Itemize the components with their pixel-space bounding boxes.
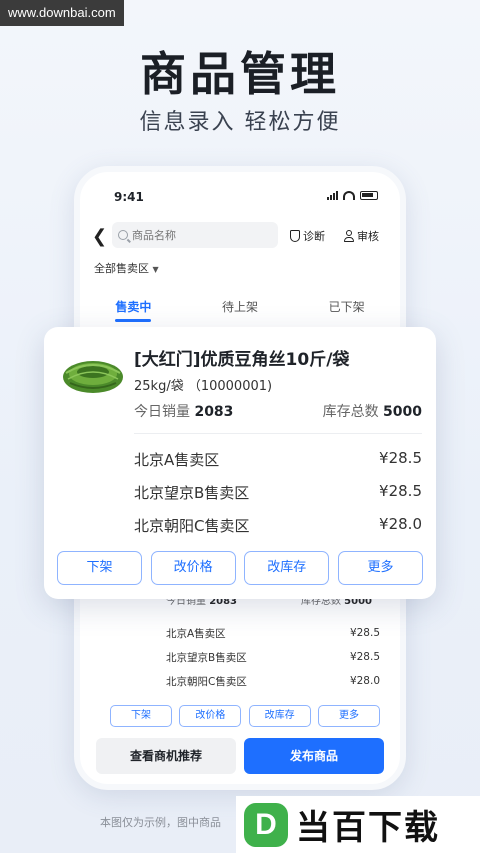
status-icons <box>327 190 378 200</box>
region-name: 北京望京B售卖区 <box>166 651 247 664</box>
region-price: ¥28.5 <box>349 627 380 639</box>
sales-stat: 今日销量 2083 <box>134 401 233 421</box>
brand-name: 当百下载 <box>296 808 440 848</box>
divider <box>134 433 422 434</box>
diagnose-button[interactable]: 诊断 <box>290 228 325 244</box>
stock-stat: 库存总数 5000 <box>323 401 422 421</box>
sales-label: 今日销量 <box>134 404 190 420</box>
search-input[interactable] <box>132 228 262 242</box>
status-bar: 9:41 <box>80 172 400 212</box>
status-time: 9:41 <box>114 190 144 204</box>
region-price: ¥28.5 <box>379 482 422 500</box>
product-card-actions: 下架 改价格 改库存 更多 <box>57 551 423 585</box>
change-price-button[interactable]: 改价格 <box>150 551 236 585</box>
publish-product-button[interactable]: 发布商品 <box>244 738 384 774</box>
more-button[interactable]: 更多 <box>337 551 423 585</box>
battery-icon <box>360 190 378 200</box>
change-stock-button[interactable]: 改库存 <box>244 551 330 585</box>
product-spec: 25kg/袋 （10000001) <box>134 379 273 394</box>
region-price: ¥28.0 <box>349 675 380 687</box>
sales-value: 2083 <box>194 404 234 420</box>
region-price: ¥28.0 <box>379 515 422 533</box>
search-icon <box>118 230 128 240</box>
region-name: 北京A售卖区 <box>134 451 220 469</box>
list-item: 北京朝阳C售卖区 ¥28.0 <box>134 515 422 535</box>
review-button[interactable]: 审核 <box>344 228 379 244</box>
tab-removed[interactable]: 已下架 <box>293 292 400 324</box>
product-card: [大红门]优质豆角丝10斤/袋 25kg/袋 （10000001) 今日销量 2… <box>44 327 436 599</box>
area-filter-label: 全部售卖区 <box>94 262 149 275</box>
region-price: ¥28.5 <box>349 651 380 663</box>
region-name: 北京朝阳C售卖区 <box>166 675 247 688</box>
user-icon <box>344 230 354 242</box>
delist-button[interactable]: 下架 <box>110 705 172 727</box>
change-stock-button[interactable]: 改库存 <box>248 705 311 727</box>
more-button[interactable]: 更多 <box>317 705 380 727</box>
stock-label: 库存总数 <box>322 404 379 420</box>
small-region-list: 北京A售卖区 ¥28.5 北京望京B售卖区 ¥28.5 北京朝阳C售卖区 ¥28.0 <box>100 621 392 693</box>
list-item: 北京A售卖区 ¥28.5 <box>100 621 392 645</box>
region-name: 北京A售卖区 <box>166 627 226 640</box>
list-item: 北京望京B售卖区 ¥28.5 <box>134 482 422 502</box>
stock-value: 5000 <box>383 404 422 420</box>
small-card-actions: 下架 改价格 改库存 更多 <box>100 705 392 727</box>
view-recommendations-button[interactable]: 查看商机推荐 <box>96 738 236 774</box>
hero-title: 商品管理 <box>140 47 340 101</box>
wifi-icon <box>343 190 355 200</box>
status-tabs: 售卖中 待上架 已下架 <box>80 292 400 324</box>
region-name: 北京望京B售卖区 <box>134 484 250 502</box>
back-chevron-icon[interactable]: ❮ <box>92 226 107 247</box>
tab-pending[interactable]: 待上架 <box>187 292 294 324</box>
search-box[interactable] <box>112 222 278 248</box>
brand-logo: D 当百下载 <box>236 796 480 853</box>
bottom-action-bar: 查看商机推荐 发布商品 <box>80 738 400 782</box>
hero-subtitle: 信息录入 轻松方便 <box>139 110 341 135</box>
change-price-button[interactable]: 改价格 <box>179 705 242 727</box>
region-price: ¥28.5 <box>379 449 422 467</box>
product-title: [大红门]优质豆角丝10斤/袋 <box>134 350 350 370</box>
search-row: ❮ 诊断 审核 <box>80 218 400 254</box>
product-card-background: 今日销量 2083 库存总数 5000 北京A售卖区 ¥28.5 北京望京B售卖区… <box>100 592 392 727</box>
review-label: 审核 <box>357 230 379 243</box>
list-item: 北京A售卖区 ¥28.5 <box>134 449 422 469</box>
list-item: 北京望京B售卖区 ¥28.5 <box>100 645 392 669</box>
diagnose-label: 诊断 <box>303 230 325 243</box>
green-bean-image <box>63 361 123 393</box>
tab-selling[interactable]: 售卖中 <box>80 292 187 324</box>
watermark-url: www.downbai.com <box>0 0 124 26</box>
area-filter-dropdown[interactable]: 全部售卖区 ▼ <box>94 260 159 276</box>
shield-icon <box>290 230 300 242</box>
signal-icon <box>327 190 338 200</box>
delist-button[interactable]: 下架 <box>57 551 142 585</box>
caret-down-icon: ▼ <box>152 265 159 274</box>
region-name: 北京朝阳C售卖区 <box>134 517 250 535</box>
brand-mark-icon: D <box>244 802 288 847</box>
disclaimer-text: 本图仅为示例，图中商品 <box>100 816 221 829</box>
list-item: 北京朝阳C售卖区 ¥28.0 <box>100 669 392 693</box>
